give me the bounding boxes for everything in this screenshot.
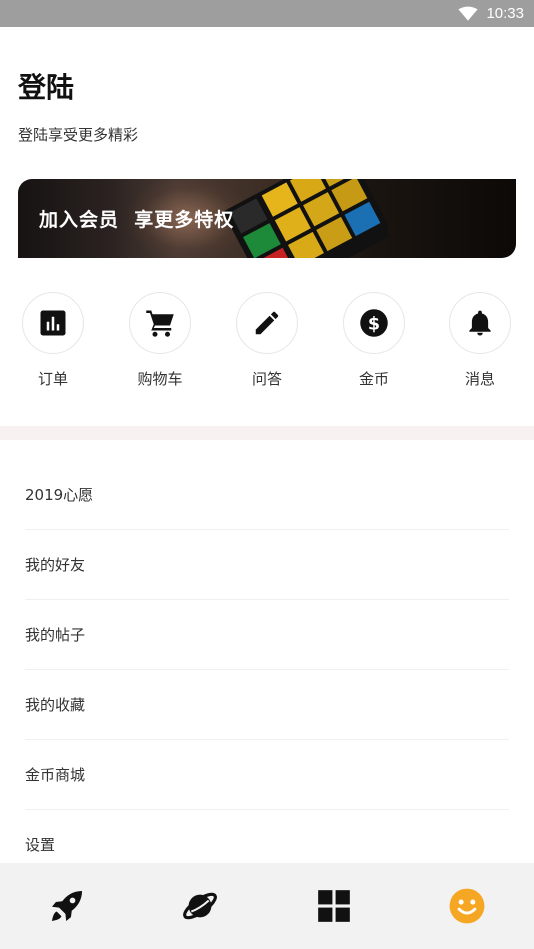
section-divider [0, 426, 534, 440]
wifi-icon [458, 6, 479, 21]
menu-item-favorites[interactable]: 我的收藏 [25, 670, 509, 740]
quick-action-label: 购物车 [137, 370, 183, 388]
quick-action-label: 订单 [37, 370, 68, 388]
quick-action-circle: $ [343, 292, 405, 354]
vip-banner-text: 加入会员 享更多特权 [39, 209, 235, 231]
settings-menu: 2019心愿 我的好友 我的帖子 我的收藏 金币商城 设置 [0, 460, 534, 880]
grid-icon [317, 890, 350, 922]
quick-action-circle [129, 292, 191, 354]
quick-action-circle [22, 292, 84, 354]
planet-icon [183, 892, 218, 920]
svg-text:$: $ [368, 314, 380, 334]
quick-actions: 订单 购物车 问答 $ 金币 消息 [0, 292, 534, 402]
bottom-nav [0, 863, 534, 949]
quick-action-circle [236, 292, 298, 354]
nav-tab-discover[interactable] [134, 863, 268, 949]
nav-tab-profile[interactable] [401, 863, 534, 949]
quick-action-qa[interactable]: 问答 [227, 292, 307, 389]
quick-action-circle [449, 292, 511, 354]
smiley-icon [449, 888, 485, 924]
rocket-icon [51, 890, 82, 922]
login-title[interactable]: 登陆 [18, 66, 74, 106]
bell-icon [469, 310, 491, 336]
pencil-icon [255, 311, 279, 335]
quick-action-messages[interactable]: 消息 [440, 292, 520, 389]
nav-tab-categories[interactable] [267, 863, 401, 949]
login-subtitle[interactable]: 登陆享受更多精彩 [18, 124, 138, 145]
menu-item-posts[interactable]: 我的帖子 [25, 600, 509, 670]
status-bar: 10:33 [0, 0, 534, 27]
bar-chart-icon [40, 310, 66, 336]
menu-item-friends[interactable]: 我的好友 [25, 530, 509, 600]
vip-banner[interactable]: 加入会员 享更多特权 [18, 179, 516, 258]
quick-action-orders[interactable]: 订单 [13, 292, 93, 389]
status-time: 10:33 [486, 5, 524, 22]
quick-action-coins[interactable]: $ 金币 [334, 292, 414, 389]
quick-action-label: 消息 [464, 370, 495, 388]
quick-action-cart[interactable]: 购物车 [120, 292, 200, 389]
nav-tab-launch[interactable] [0, 863, 134, 949]
cart-icon [146, 310, 174, 337]
menu-item-coin-store[interactable]: 金币商城 [25, 740, 509, 810]
menu-item-wishes[interactable]: 2019心愿 [25, 460, 509, 530]
dollar-coin-icon: $ [360, 309, 388, 337]
quick-action-label: 问答 [251, 370, 282, 388]
rubiks-cube-image [222, 179, 388, 258]
quick-action-label: 金币 [358, 370, 389, 388]
